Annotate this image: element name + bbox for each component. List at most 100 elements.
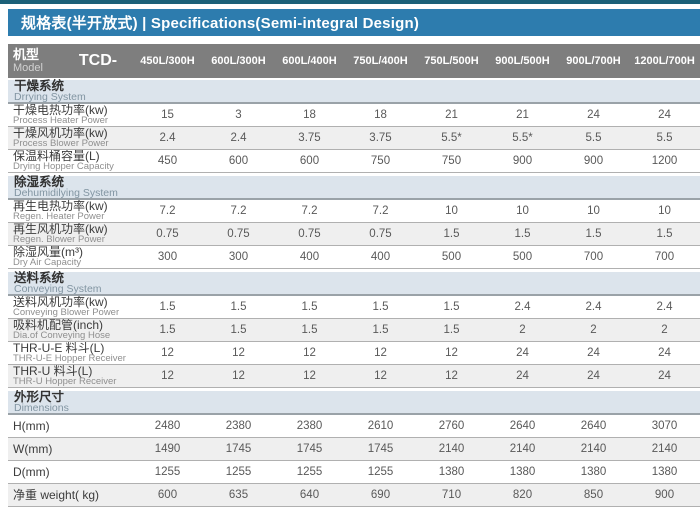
model-column-header: 750L/500H	[416, 44, 487, 78]
spec-value-cell: 400	[345, 246, 416, 268]
row-label: 再生电热功率(kw)Regen. Heater Power	[8, 200, 132, 222]
row-label-en: THR-U-E Hopper Receiver	[13, 354, 132, 364]
spec-value-cell: 2140	[487, 438, 558, 460]
row-label-en: Conveying Blower Power	[13, 308, 132, 318]
model-column-header: 450L/300H	[132, 44, 203, 78]
row-label: 除湿风量(m³)Dry Air Capacity	[8, 246, 132, 268]
row-values: 300300400400500500700700	[132, 246, 700, 268]
spec-value-cell: 12	[416, 342, 487, 364]
table-row: 吸料机配管(inch)Dia.of Conveying Hose1.51.51.…	[8, 319, 700, 342]
spec-value-cell: 2.4	[487, 296, 558, 318]
spec-value-cell: 820	[487, 484, 558, 506]
model-column-header: 900L/700H	[558, 44, 629, 78]
row-label-en: THR-U Hopper Receiver	[13, 377, 132, 387]
spec-value-cell: 1.5	[345, 319, 416, 341]
spec-value-cell: 1745	[203, 438, 274, 460]
row-values: 12551255125512551380138013801380	[132, 461, 700, 483]
spec-value-cell: 1380	[629, 461, 700, 483]
table-row: 送料风机功率(kw)Conveying Blower Power1.51.51.…	[8, 296, 700, 319]
spec-value-cell: 450	[132, 150, 203, 172]
spec-value-cell: 1.5	[558, 223, 629, 245]
table-row: 干燥风机功率(kw)Process Blower Power2.42.43.75…	[8, 127, 700, 150]
row-label: 送料风机功率(kw)Conveying Blower Power	[8, 296, 132, 318]
spec-value-cell: 3.75	[345, 127, 416, 149]
table-row: D(mm)12551255125512551380138013801380	[8, 461, 700, 484]
row-label: 干燥电热功率(kw)Process Heater Power	[8, 104, 132, 126]
spec-sheet-page: 规格表(半开放式) | Specifications(Semi-integral…	[0, 0, 700, 507]
spec-value-cell: 10	[629, 200, 700, 222]
spec-value-cell: 24	[629, 104, 700, 126]
spec-value-cell: 1.5	[274, 296, 345, 318]
spec-value-cell: 500	[416, 246, 487, 268]
spec-value-cell: 1.5	[629, 223, 700, 245]
model-label-zh: 机型	[13, 48, 64, 62]
spec-value-cell: 3.75	[274, 127, 345, 149]
row-values: 0.750.750.750.751.51.51.51.5	[132, 223, 700, 245]
spec-value-cell: 2.4	[558, 296, 629, 318]
spec-value-cell: 12	[345, 342, 416, 364]
model-column-header: 1200L/700H	[629, 44, 700, 78]
row-label: H(mm)	[8, 415, 132, 437]
spec-value-cell: 12	[345, 365, 416, 387]
table-row: 干燥电热功率(kw)Process Heater Power1531818212…	[8, 104, 700, 127]
spec-value-cell: 12	[416, 365, 487, 387]
row-values: 153181821212424	[132, 104, 700, 126]
spec-value-cell: 12	[203, 342, 274, 364]
spec-value-cell: 1.5	[416, 223, 487, 245]
series-prefix: TCD-	[64, 44, 132, 78]
spec-value-cell: 1.5	[345, 296, 416, 318]
section-header: 干燥系统Drrying System	[8, 80, 700, 104]
section-header: 送料系统Conveying System	[8, 272, 700, 296]
table-section: 外形尺寸DimensionsH(mm)248023802380261027602…	[8, 391, 700, 507]
spec-value-cell: 700	[558, 246, 629, 268]
spec-value-cell: 710	[416, 484, 487, 506]
spec-value-cell: 850	[558, 484, 629, 506]
section-title-en: Dimensions	[14, 403, 700, 414]
table-row: THR-U-E 料斗(L)THR-U-E Hopper Receiver1212…	[8, 342, 700, 365]
row-label-en: Process Blower Power	[13, 139, 132, 149]
row-values: 1212121212242424	[132, 342, 700, 364]
spec-value-cell: 600	[203, 150, 274, 172]
table-row: 除湿风量(m³)Dry Air Capacity3003004004005005…	[8, 246, 700, 269]
table-row: 净重 weight( kg)600635640690710820850900	[8, 484, 700, 507]
table-section: 干燥系统Drrying System干燥电热功率(kw)Process Heat…	[8, 80, 700, 173]
row-label: THR-U 料斗(L)THR-U Hopper Receiver	[8, 365, 132, 387]
spec-value-cell: 18	[274, 104, 345, 126]
row-label-en: Dry Air Capacity	[13, 258, 132, 268]
table-row: 再生风机功率(kw)Regen. Blower Power0.750.750.7…	[8, 223, 700, 246]
spec-value-cell: 1255	[132, 461, 203, 483]
row-label-en: Dia.of Conveying Hose	[13, 331, 132, 341]
spec-value-cell: 690	[345, 484, 416, 506]
spec-value-cell: 10	[487, 200, 558, 222]
spec-value-cell: 1255	[203, 461, 274, 483]
row-label: 吸料机配管(inch)Dia.of Conveying Hose	[8, 319, 132, 341]
row-label-zh: D(mm)	[13, 461, 132, 483]
spec-value-cell: 12	[132, 365, 203, 387]
spec-value-cell: 0.75	[274, 223, 345, 245]
table-section: 除湿系统Dehumidilying System再生电热功率(kw)Regen.…	[8, 176, 700, 269]
row-label: W(mm)	[8, 438, 132, 460]
table-row: 再生电热功率(kw)Regen. Heater Power7.27.27.27.…	[8, 200, 700, 223]
spec-value-cell: 900	[558, 150, 629, 172]
spec-value-cell: 1255	[274, 461, 345, 483]
spec-value-cell: 12	[274, 365, 345, 387]
spec-value-cell: 2.4	[203, 127, 274, 149]
row-label: 干燥风机功率(kw)Process Blower Power	[8, 127, 132, 149]
title-bar: 规格表(半开放式) | Specifications(Semi-integral…	[8, 9, 700, 36]
row-label-en: Drying Hopper Capacity	[13, 162, 132, 172]
spec-value-cell: 7.2	[274, 200, 345, 222]
model-column-header: 600L/400H	[274, 44, 345, 78]
model-column-header: 600L/300H	[203, 44, 274, 78]
table-sections: 干燥系统Drrying System干燥电热功率(kw)Process Heat…	[8, 80, 700, 507]
spec-value-cell: 2	[487, 319, 558, 341]
model-label-en: Model	[13, 62, 64, 74]
spec-value-cell: 900	[487, 150, 558, 172]
model-column-header: 900L/500H	[487, 44, 558, 78]
model-header-row: 机型 Model TCD- 450L/300H600L/300H600L/400…	[8, 44, 700, 78]
spec-value-cell: 24	[629, 365, 700, 387]
spec-value-cell: 2.4	[132, 127, 203, 149]
spec-value-cell: 1.5	[203, 319, 274, 341]
spec-value-cell: 1380	[487, 461, 558, 483]
model-column-header: 750L/400H	[345, 44, 416, 78]
row-values: 7.27.27.27.210101010	[132, 200, 700, 222]
